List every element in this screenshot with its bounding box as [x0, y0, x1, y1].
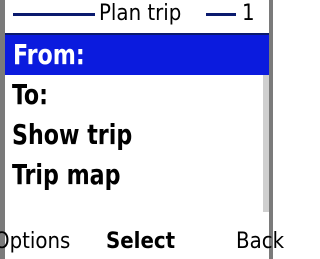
scrollbar[interactable]: [263, 35, 269, 212]
screen-title: Plan trip: [99, 1, 182, 26]
device-frame-right: [269, 0, 273, 259]
phone-screen: Plan trip 1 From: To: Show trip Trip map…: [0, 0, 284, 259]
select-softkey[interactable]: Select: [106, 224, 175, 259]
options-softkey[interactable]: Options: [0, 224, 70, 259]
title-decoration-right: [206, 13, 236, 16]
back-softkey[interactable]: Back: [236, 224, 284, 259]
menu-item-from[interactable]: From:: [5, 35, 263, 75]
page-number: 1: [242, 1, 255, 26]
title-decoration-left: [13, 13, 95, 16]
softkey-bar: Options Select Back: [0, 224, 284, 259]
menu-item-label: From:: [13, 38, 85, 71]
title-bar: Plan trip 1: [5, 0, 269, 38]
menu-list: From: To: Show trip Trip map: [5, 35, 263, 195]
menu-item-trip-map[interactable]: Trip map: [5, 155, 232, 195]
menu-item-to[interactable]: To:: [5, 75, 232, 115]
scrollbar-thumb[interactable]: [263, 35, 269, 75]
menu-item-show-trip[interactable]: Show trip: [5, 115, 232, 155]
